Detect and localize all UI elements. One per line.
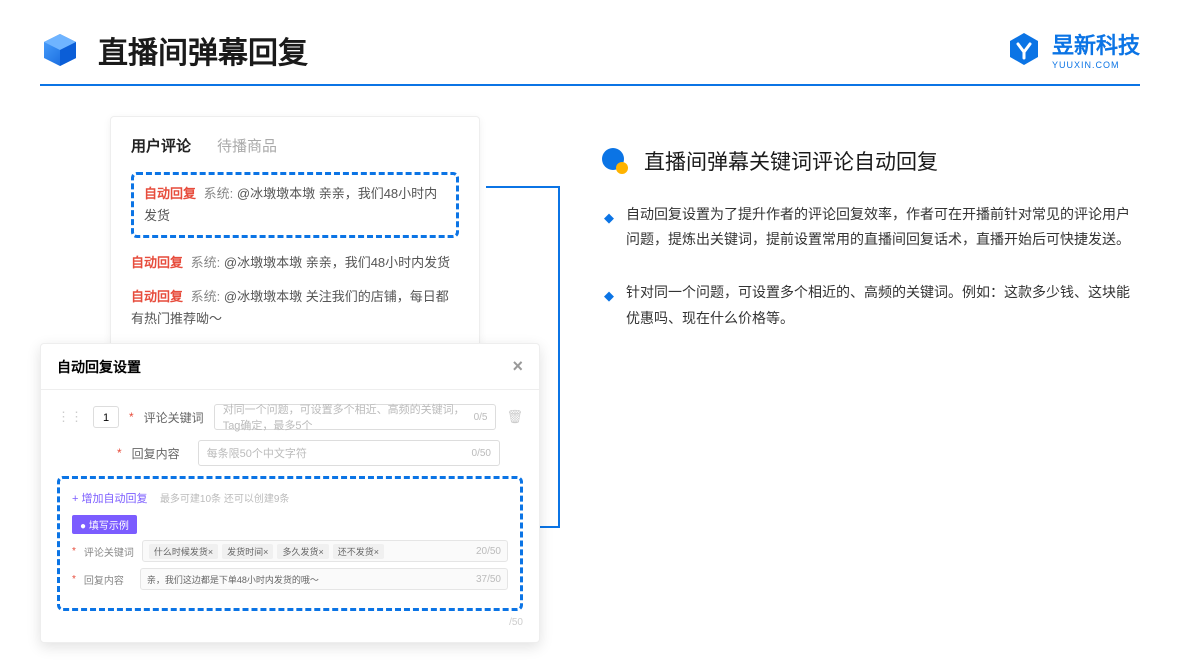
brand-name: 昱新科技 [1052, 28, 1140, 60]
page-header: 直播间弹幕回复 [0, 0, 1180, 84]
page-title: 直播间弹幕回复 [98, 28, 308, 72]
section-title: 直播间弹幕关键词评论自动回复 [644, 146, 938, 176]
close-icon[interactable]: × [512, 356, 523, 377]
comment-tabs: 用户评论 待播商品 [131, 135, 459, 156]
modal-title: 自动回复设置 [57, 357, 141, 377]
auto-reply-tag: 自动回复 [131, 289, 183, 304]
diamond-icon: ◆ [604, 206, 614, 252]
bullet-text: 自动回复设置为了提升作者的评论回复效率，作者可在开播前针对常见的评论用户问题，提… [626, 202, 1140, 252]
tab-user-comments[interactable]: 用户评论 [131, 135, 191, 156]
example-highlight: + 增加自动回复 最多可建10条 还可以创建9条 ● 填写示例 * 评论关键词 … [57, 476, 523, 611]
auto-reply-settings-modal: 自动回复设置 × ⋮⋮ 1 * 评论关键词 对同一个问题，可设置多个相近、高频的… [40, 343, 540, 643]
required-marker: * [117, 446, 122, 460]
keyword-label: 评论关键词 [144, 409, 204, 426]
placeholder-text: 对同一个问题，可设置多个相近、高频的关键词，Tag确定，最多5个 [223, 401, 474, 433]
diamond-icon: ◆ [604, 284, 614, 330]
auto-reply-tag: 自动回复 [144, 186, 196, 201]
bottom-counter: /50 [57, 617, 523, 628]
reply-input[interactable]: 每条限50个中文字符 0/50 [198, 440, 500, 466]
bullet-item: ◆ 针对同一个问题，可设置多个相近的、高频的关键词。例如：这款多少钱、这块能优惠… [604, 280, 1140, 330]
connector-line [558, 186, 560, 526]
comment-item: 自动回复 系统: @冰墩墩本墩 亲亲，我们48小时内发货 [144, 183, 446, 227]
index-number: 1 [93, 406, 119, 428]
keyword-row: ⋮⋮ 1 * 评论关键词 对同一个问题，可设置多个相近、高频的关键词，Tag确定… [57, 404, 523, 430]
example-keyword-input[interactable]: 什么时候发货× 发货时间× 多久发货× 还不发货× 20/50 [142, 540, 508, 562]
system-label: 系统: [191, 255, 221, 270]
example-reply-text: 亲，我们这边都是下单48小时内发货的哦～ [147, 573, 319, 586]
example-reply-input[interactable]: 亲，我们这边都是下单48小时内发货的哦～ 37/50 [140, 568, 508, 590]
comment-text: @冰墩墩本墩 亲亲，我们48小时内发货 [224, 255, 450, 270]
system-label: 系统: [191, 289, 221, 304]
example-reply-label: 回复内容 [84, 572, 132, 587]
auto-reply-tag: 自动回复 [131, 255, 183, 270]
char-counter: 0/50 [472, 448, 491, 459]
example-keyword-label: 评论关键词 [84, 544, 134, 559]
keyword-tag[interactable]: 多久发货× [277, 544, 328, 559]
brand-url: YUUXIN.COM [1052, 60, 1140, 70]
example-keyword-row: * 评论关键词 什么时候发货× 发货时间× 多久发货× 还不发货× 20/50 [72, 540, 508, 562]
tab-pending-products[interactable]: 待播商品 [217, 135, 277, 156]
comment-item: 自动回复 系统: @冰墩墩本墩 关注我们的店铺，每日都有热门推荐呦～ [131, 286, 459, 330]
char-counter: 37/50 [476, 574, 501, 585]
drag-handle-icon[interactable]: ⋮⋮ [57, 409, 83, 425]
bullet-text: 针对同一个问题，可设置多个相近的、高频的关键词。例如：这款多少钱、这块能优惠吗、… [626, 280, 1140, 330]
chat-bubble-icon [600, 146, 630, 176]
add-auto-reply-link[interactable]: + 增加自动回复 [72, 493, 147, 505]
brand-icon [1006, 31, 1042, 67]
required-marker: * [72, 574, 76, 585]
system-label: 系统: [204, 186, 234, 201]
comment-highlight: 自动回复 系统: @冰墩墩本墩 亲亲，我们48小时内发货 [131, 172, 459, 238]
comment-panel: 用户评论 待播商品 自动回复 系统: @冰墩墩本墩 亲亲，我们48小时内发货 自… [110, 116, 480, 373]
keyword-tag[interactable]: 什么时候发货× [149, 544, 218, 559]
required-marker: * [72, 546, 76, 557]
comment-item: 自动回复 系统: @冰墩墩本墩 亲亲，我们48小时内发货 [131, 252, 459, 274]
bullet-item: ◆ 自动回复设置为了提升作者的评论回复效率，作者可在开播前针对常见的评论用户问题… [604, 202, 1140, 252]
required-marker: * [129, 410, 134, 424]
tag-container: 什么时候发货× 发货时间× 多久发货× 还不发货× [149, 544, 384, 559]
add-hint: 最多可建10条 还可以创建9条 [160, 494, 289, 505]
example-badge: ● 填写示例 [72, 515, 137, 534]
example-reply-row: * 回复内容 亲，我们这边都是下单48小时内发货的哦～ 37/50 [72, 568, 508, 590]
cube-icon [40, 30, 80, 70]
description-panel: 直播间弹幕关键词评论自动回复 ◆ 自动回复设置为了提升作者的评论回复效率，作者可… [600, 116, 1140, 643]
keyword-tag[interactable]: 发货时间× [222, 544, 273, 559]
char-counter: 20/50 [476, 546, 501, 557]
char-counter: 0/5 [474, 412, 488, 423]
delete-icon[interactable]: 🗑 [506, 409, 523, 425]
keyword-tag[interactable]: 还不发货× [333, 544, 384, 559]
connector-line [486, 186, 560, 188]
reply-row: * 回复内容 每条限50个中文字符 0/50 [57, 440, 523, 466]
header-divider [40, 84, 1140, 86]
keyword-input[interactable]: 对同一个问题，可设置多个相近、高频的关键词，Tag确定，最多5个 0/5 [214, 404, 497, 430]
placeholder-text: 每条限50个中文字符 [207, 445, 307, 461]
reply-label: 回复内容 [132, 445, 188, 462]
brand-logo: 昱新科技 YUUXIN.COM [1006, 28, 1140, 70]
